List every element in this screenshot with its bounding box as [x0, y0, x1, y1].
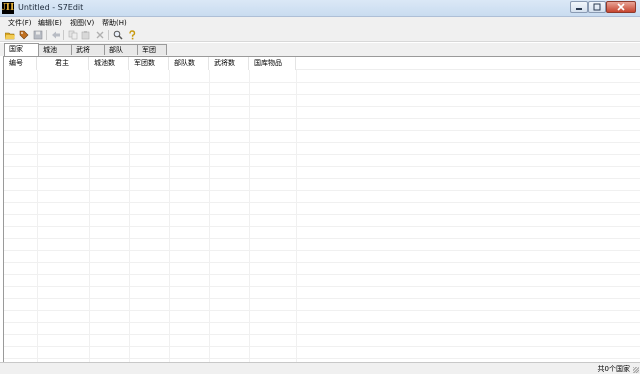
grid-line [4, 118, 640, 119]
menu-view[interactable]: 视图(V) [70, 18, 94, 28]
menu-file[interactable]: 文件(F) [8, 18, 32, 28]
grid-line [296, 70, 297, 363]
back-arrow-icon[interactable] [51, 30, 61, 40]
tab-legions[interactable]: 军团 [137, 44, 167, 55]
grid-line [89, 70, 90, 363]
toolbar [0, 28, 640, 42]
close-icon [617, 3, 625, 11]
tab-generals[interactable]: 武将 [71, 44, 105, 55]
maximize-button[interactable] [588, 1, 606, 13]
column-header-id[interactable]: 编号 [4, 57, 37, 70]
toolbar-separator [46, 30, 47, 40]
column-header-unit-count[interactable]: 部队数 [169, 57, 209, 70]
grid-line [249, 70, 250, 363]
grid-line [4, 154, 640, 155]
grid-line [4, 142, 640, 143]
resize-grip[interactable] [633, 367, 639, 373]
tab-units[interactable]: 部队 [104, 44, 138, 55]
grid-line [4, 106, 640, 107]
app-icon[interactable]: ЛІ [2, 2, 14, 14]
copy-icon[interactable] [68, 30, 78, 40]
grid-line [4, 274, 640, 275]
grid-line [4, 178, 640, 179]
menu-bar: 文件(F) 编辑(E) 视图(V) 帮助(H) [0, 17, 640, 28]
grid-line [4, 262, 640, 263]
tab-strip: 国家 城池 武将 部队 军团 [0, 43, 640, 56]
grid-line [4, 358, 640, 359]
find-icon[interactable] [113, 30, 123, 40]
grid-line [4, 298, 640, 299]
grid-line [129, 70, 130, 363]
toolbar-separator [63, 30, 64, 40]
grid-line [4, 82, 640, 83]
grid-line [4, 322, 640, 323]
grid-line [4, 166, 640, 167]
column-header-city-count[interactable]: 城池数 [89, 57, 129, 70]
tab-countries[interactable]: 国家 [4, 43, 39, 56]
grid-line [4, 250, 640, 251]
minimize-button[interactable] [570, 1, 588, 13]
header-filler [296, 57, 640, 70]
save-icon[interactable] [33, 30, 43, 40]
grid-line [4, 130, 640, 131]
delete-icon[interactable] [95, 30, 105, 40]
menu-edit[interactable]: 编辑(E) [38, 18, 62, 28]
tab-cities[interactable]: 城池 [38, 44, 72, 55]
grid-line [4, 286, 640, 287]
table-header: 编号 君主 城池数 军团数 部队数 武将数 国库物品 [4, 57, 640, 70]
grid-line [4, 346, 640, 347]
paste-icon[interactable] [81, 30, 91, 40]
close-button[interactable] [606, 1, 636, 13]
grid-line [4, 190, 640, 191]
grid-line [4, 202, 640, 203]
menu-help[interactable]: 帮助(H) [102, 18, 127, 28]
title-bar[interactable]: ЛІ Untitled - S7Edit [0, 0, 640, 17]
window-title: Untitled - S7Edit [18, 3, 84, 12]
grid-line [4, 226, 640, 227]
column-header-treasury-items[interactable]: 国库物品 [249, 57, 296, 70]
grid-line [4, 94, 640, 95]
grid-line [4, 214, 640, 215]
status-text: 共0个国家 [597, 365, 630, 373]
help-icon[interactable] [127, 30, 137, 40]
minimize-icon [576, 8, 582, 10]
grid-line [37, 70, 38, 363]
toolbar-separator [108, 30, 109, 40]
tag-icon[interactable] [19, 30, 29, 40]
grid-line [4, 310, 640, 311]
grid-line [169, 70, 170, 363]
column-header-lord[interactable]: 君主 [37, 57, 89, 70]
open-folder-icon[interactable] [5, 30, 15, 40]
country-table[interactable]: 编号 君主 城池数 军团数 部队数 武将数 国库物品 [3, 56, 640, 363]
table-grid [4, 70, 640, 363]
grid-line [4, 334, 640, 335]
grid-line [4, 238, 640, 239]
column-header-general-count[interactable]: 武将数 [209, 57, 249, 70]
grid-line [209, 70, 210, 363]
status-bar: 共0个国家 [0, 362, 640, 374]
column-header-legion-count[interactable]: 军团数 [129, 57, 169, 70]
maximize-icon [593, 3, 601, 11]
